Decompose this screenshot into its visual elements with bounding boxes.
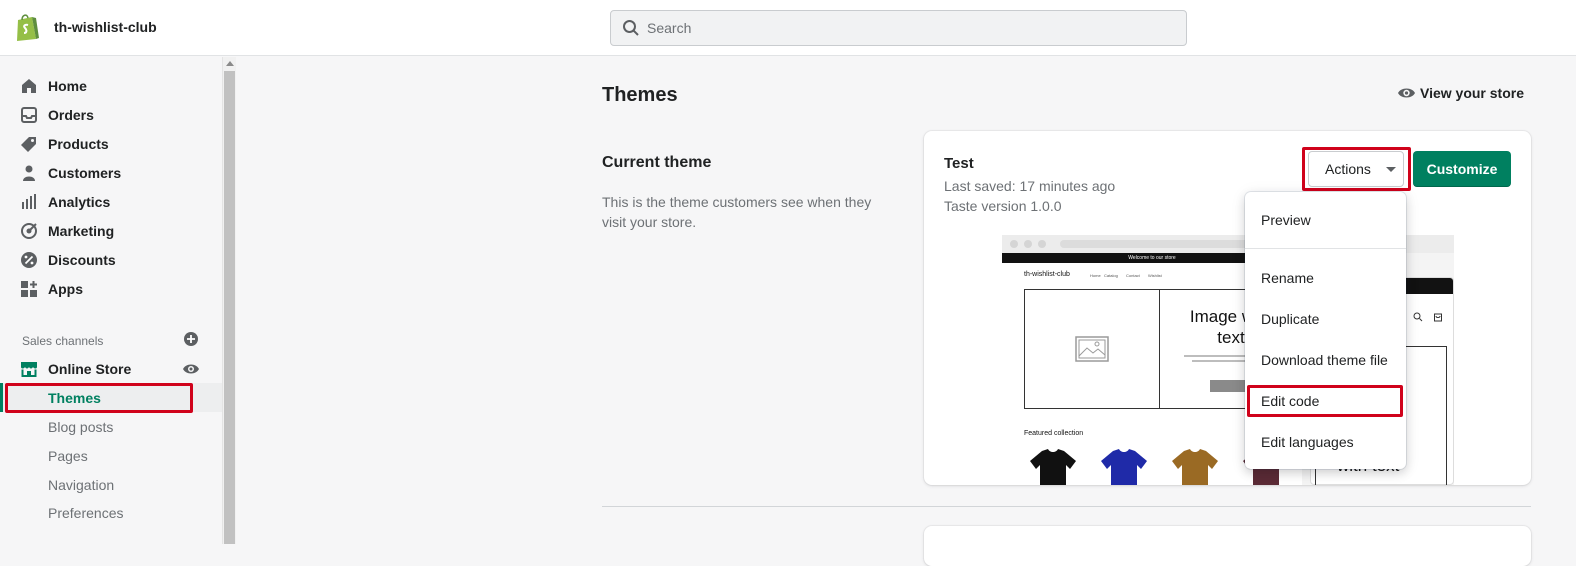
scroll-up-arrow-icon[interactable]	[226, 61, 234, 66]
window-dot-icon	[1038, 240, 1046, 248]
sidebar-item-label: Home	[48, 78, 87, 94]
store-icon	[21, 362, 37, 377]
menu-item-edit-languages[interactable]: Edit languages	[1245, 424, 1406, 460]
active-indicator	[0, 383, 3, 412]
sidebar-item-label: Customers	[48, 165, 122, 181]
sidebar-item-label: Analytics	[48, 194, 111, 210]
sidebar-item-customers[interactable]: Customers	[0, 158, 222, 187]
sidebar-item-navigation[interactable]: Navigation	[0, 470, 222, 499]
current-theme-description: This is the theme customers see when the…	[602, 194, 872, 230]
sidebar-item-label: Orders	[48, 107, 94, 123]
menu-item-duplicate[interactable]: Duplicate	[1245, 301, 1406, 337]
sidebar-item-marketing[interactable]: Marketing	[0, 216, 222, 245]
preview-featured-label: Featured collection	[1024, 430, 1084, 437]
theme-name: Test	[944, 155, 974, 172]
scroll-thumb[interactable]	[224, 71, 235, 544]
theme-version: Taste version 1.0.0	[944, 198, 1062, 214]
sidebar-item-label: Pages	[48, 448, 88, 464]
theme-last-saved: Last saved: 17 minutes ago	[944, 178, 1116, 194]
sidebar-item-orders[interactable]: Orders	[0, 100, 222, 129]
search-input[interactable]	[647, 11, 1167, 45]
preview-store-name: th-wishlist-club	[1024, 271, 1070, 278]
person-icon	[23, 165, 35, 181]
preview-nav-link: Home	[1090, 273, 1101, 278]
sidebar-scrollbar[interactable]	[222, 57, 236, 544]
menu-item-preview[interactable]: Preview	[1245, 202, 1406, 238]
sidebar: Home Orders Products Customers Analytics…	[0, 57, 222, 544]
sidebar-item-label: Apps	[48, 281, 83, 297]
apps-icon	[21, 281, 37, 297]
sidebar-item-preferences[interactable]: Preferences	[0, 498, 222, 527]
current-theme-heading: Current theme	[602, 154, 712, 171]
home-icon	[22, 79, 36, 93]
sidebar-item-label: Navigation	[48, 477, 115, 493]
customize-button[interactable]: Customize	[1413, 151, 1511, 187]
search-bar[interactable]	[610, 10, 1187, 46]
preview-hero-button	[1210, 380, 1250, 392]
sidebar-item-analytics[interactable]: Analytics	[0, 187, 222, 216]
eye-icon[interactable]	[182, 362, 200, 376]
search-icon	[1413, 312, 1423, 322]
preview-nav-link: Catalog	[1104, 273, 1118, 278]
sidebar-item-apps[interactable]: Apps	[0, 274, 222, 303]
menu-item-download-theme-file[interactable]: Download theme file	[1245, 342, 1406, 378]
shopify-logo[interactable]	[14, 12, 40, 42]
tshirt-brown-icon	[1172, 449, 1218, 485]
sidebar-item-label: Discounts	[48, 252, 116, 268]
page-title: Themes	[602, 84, 678, 106]
section-divider	[602, 506, 1531, 507]
preview-image-placeholder	[1024, 289, 1160, 409]
add-circle-icon[interactable]	[183, 331, 199, 347]
store-name[interactable]: th-wishlist-club	[54, 19, 157, 35]
sidebar-item-label: Marketing	[48, 223, 115, 239]
orders-icon	[21, 107, 37, 123]
view-store-label: View your store	[1420, 85, 1525, 101]
cart-icon	[1434, 313, 1442, 322]
sidebar-item-label: Online Store	[48, 361, 132, 377]
sidebar-item-label: Preferences	[48, 505, 124, 521]
eye-icon	[1398, 88, 1415, 98]
actions-menu: Preview Rename Duplicate Download theme …	[1245, 192, 1406, 469]
theme-library-card	[924, 526, 1531, 566]
window-dot-icon	[1010, 240, 1018, 248]
window-dot-icon	[1024, 240, 1032, 248]
menu-divider	[1245, 248, 1406, 249]
tag-icon	[21, 137, 36, 152]
sidebar-item-blog-posts[interactable]: Blog posts	[0, 412, 222, 441]
bar-chart-icon	[22, 194, 36, 209]
sales-channels-heading: Sales channels	[22, 334, 104, 348]
sidebar-item-label: Blog posts	[48, 419, 114, 435]
caret-down-icon	[1386, 167, 1396, 172]
tshirt-black-icon	[1030, 449, 1076, 485]
sidebar-item-home[interactable]: Home	[0, 71, 222, 100]
sidebar-item-label: Products	[48, 136, 109, 152]
preview-nav-link: Wishlist	[1148, 273, 1162, 278]
discount-icon	[21, 252, 37, 268]
image-placeholder-icon	[1075, 336, 1109, 362]
search-icon	[623, 20, 639, 36]
tshirt-blue-icon	[1101, 449, 1147, 485]
top-bar: th-wishlist-club	[0, 0, 1576, 56]
menu-item-edit-code[interactable]: Edit code	[1245, 383, 1406, 419]
current-theme-card: Test Last saved: 17 minutes ago Taste ve…	[924, 131, 1531, 485]
preview-url-bar	[1060, 240, 1260, 248]
target-icon	[21, 223, 37, 239]
sidebar-item-label: Themes	[48, 390, 101, 406]
sidebar-item-products[interactable]: Products	[0, 129, 222, 158]
sidebar-item-pages[interactable]: Pages	[0, 441, 222, 470]
sidebar-item-discounts[interactable]: Discounts	[0, 245, 222, 274]
menu-item-rename[interactable]: Rename	[1245, 260, 1406, 296]
sidebar-item-themes[interactable]: Themes	[0, 383, 222, 412]
preview-nav-link: Contact	[1126, 273, 1140, 278]
